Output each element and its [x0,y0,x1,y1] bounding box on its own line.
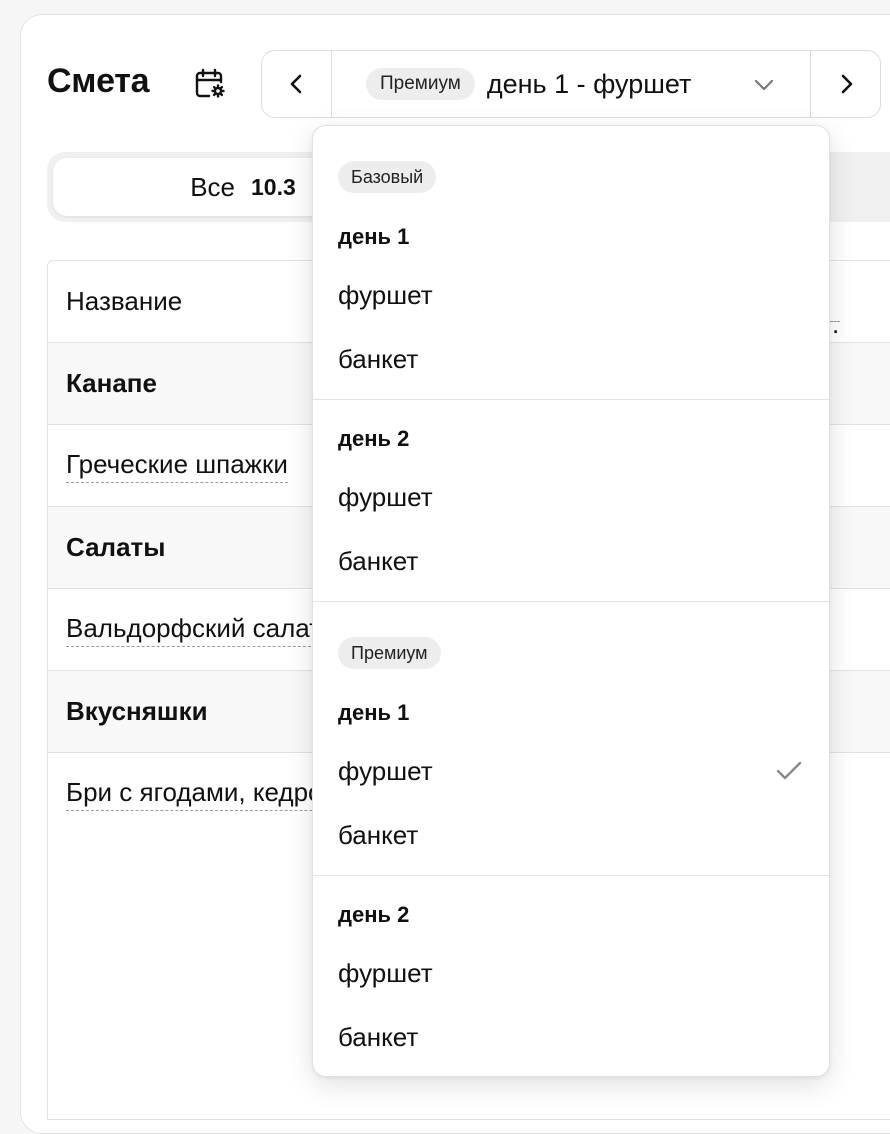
next-variant-button[interactable] [810,51,880,117]
category-name: Канапе [66,368,157,398]
day-heading: день 2 [338,902,410,927]
column-header-truncated: . [832,309,840,339]
page-title: Смета [47,62,150,100]
day-heading: день 1 [338,700,410,725]
tab-all-label: Все [190,171,236,202]
check-icon [776,761,802,780]
tier-badge-basic: Базовый [338,161,437,193]
menu-option-buffet[interactable]: фуршет [313,467,829,527]
menu-option-buffet[interactable]: фуршет [313,265,829,325]
column-header-name: Название [66,286,183,316]
category-name: Салаты [66,532,166,562]
menu-option-banquet[interactable]: банкет [313,805,829,865]
chevron-right-icon [841,74,852,94]
day-heading: день 2 [338,426,410,451]
tab-all-value: 10.3 [251,173,296,200]
menu-option-label: фуршет [338,755,433,786]
menu-divider [313,601,829,602]
calendar-settings-icon [195,68,225,98]
tier-badge: Премиум [366,68,475,100]
chevron-left-icon [290,74,301,94]
menu-option-buffet[interactable]: фуршет [313,943,829,1003]
item-name[interactable]: Греческие шпажки [66,449,288,483]
variant-switcher: Премиум день 1 - фуршет [261,50,881,118]
variant-label: день 1 - фуршет [486,68,692,99]
menu-divider [313,399,829,400]
tier-badge-premium: Премиум [338,637,441,669]
variant-dropdown-menu: Базовый день 1 фуршет банкет день 2 фурш… [312,125,830,1077]
category-name: Вкусняшки [66,696,208,726]
menu-option-banquet[interactable]: банкет [313,329,829,389]
variant-select[interactable]: Премиум день 1 - фуршет [332,51,810,117]
menu-option-buffet-selected[interactable]: фуршет [313,741,829,801]
menu-divider [313,875,829,876]
menu-option-banquet[interactable]: банкет [313,531,829,591]
day-heading: день 1 [338,224,410,249]
chevron-down-icon [754,79,774,91]
calendar-button[interactable] [190,64,230,104]
menu-option-banquet[interactable]: банкет [313,1007,829,1067]
item-name[interactable]: Вальдорфский салат [66,613,322,647]
prev-variant-button[interactable] [262,51,332,117]
